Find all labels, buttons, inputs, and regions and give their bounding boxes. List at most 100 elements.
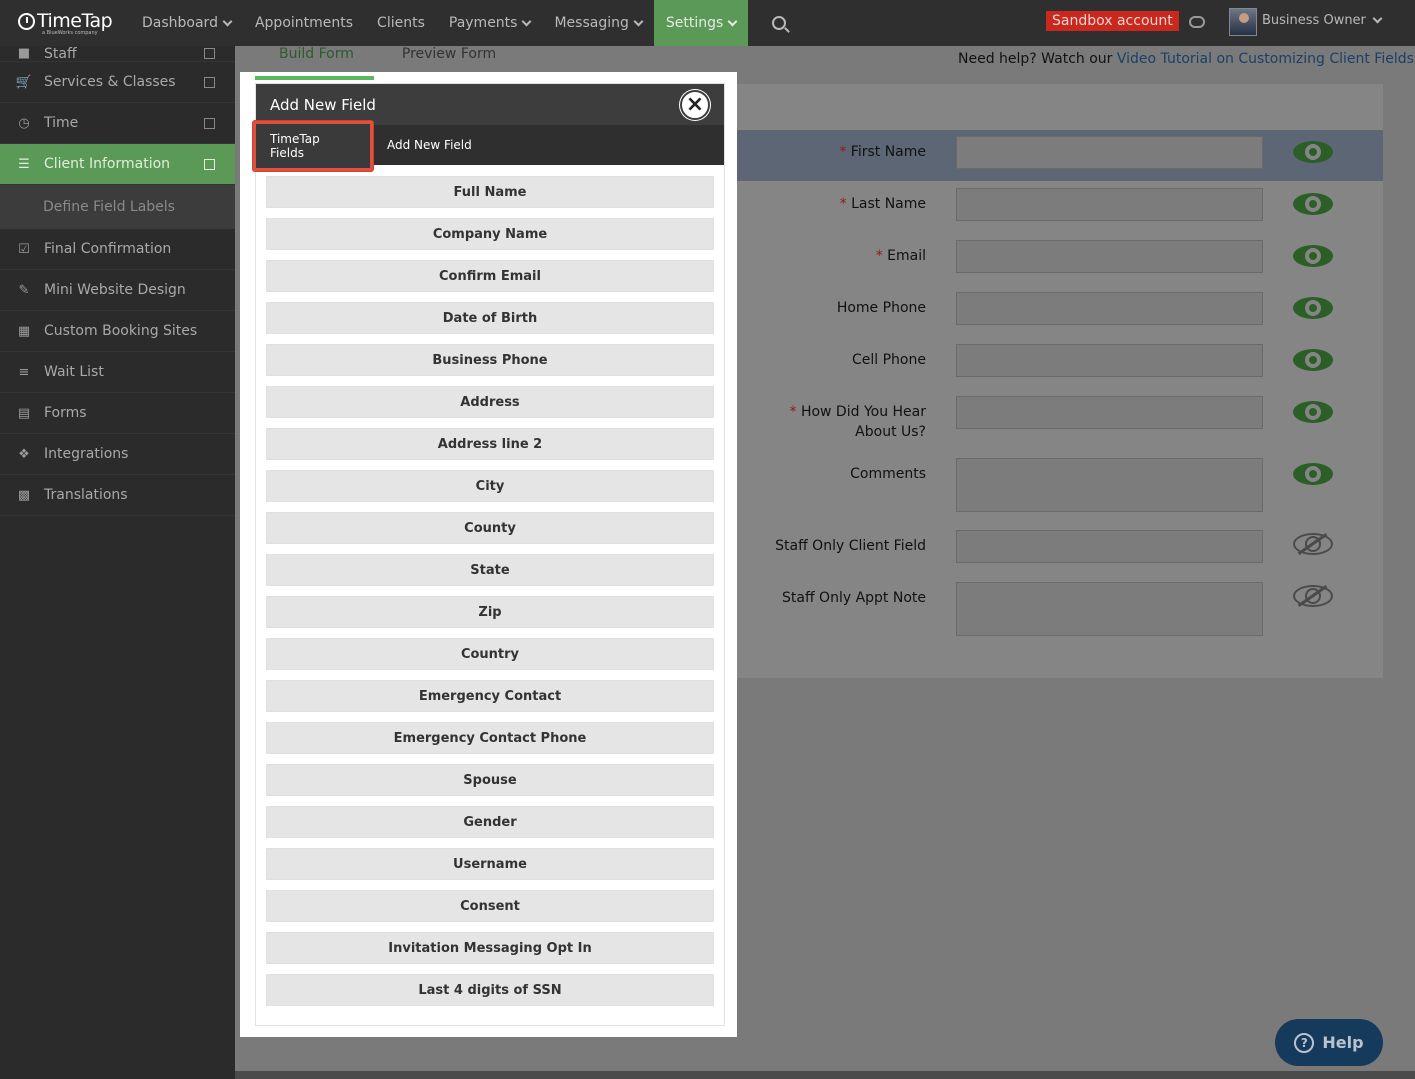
add-field-option-button[interactable]: Consent (266, 890, 714, 922)
settings-sidebar: ■ Staff 🛒 Services & Classes ◷ Time ☰ Client… (0, 46, 244, 1079)
cell-phone-input[interactable] (956, 344, 1263, 377)
top-navbar: TimeTap a BlueWorks company Dashboard Ap… (0, 0, 1415, 46)
add-field-option-button[interactable]: Emergency Contact (266, 680, 714, 712)
help-text: Need help? Watch our Video Tutorial on C… (958, 51, 1414, 67)
add-field-option-button[interactable]: Full Name (266, 176, 714, 208)
sidebar-item-time[interactable]: ◷ Time (0, 103, 235, 144)
sidebar-item-client-information[interactable]: ☰ Client Information (0, 144, 244, 185)
nav-clients[interactable]: Clients (365, 0, 437, 46)
sitemap-icon: ▦ (17, 323, 31, 339)
add-field-option-button[interactable]: Zip (266, 596, 714, 628)
help-button[interactable]: ? Help (1275, 1019, 1383, 1066)
chevron-down-icon (522, 16, 532, 26)
close-icon[interactable]: × (680, 90, 710, 120)
checkbox-icon: ☑ (18, 241, 30, 257)
nav-dashboard[interactable]: Dashboard (130, 0, 243, 46)
chevron-down-icon (1372, 13, 1383, 24)
add-field-option-button[interactable]: Date of Birth (266, 302, 714, 334)
add-field-option-button[interactable]: Gender (266, 806, 714, 838)
add-field-option-button[interactable]: State (266, 554, 714, 586)
sidebar-item-integrations[interactable]: ❖ Integrations (0, 434, 235, 475)
add-field-option-button[interactable]: Spouse (266, 764, 714, 796)
eye-visible-icon[interactable] (1293, 245, 1333, 267)
field-label: Staff Only Appt Note (782, 590, 926, 606)
add-field-option-button[interactable]: County (266, 512, 714, 544)
add-field-option-button[interactable]: Country (266, 638, 714, 670)
required-star: * (839, 196, 852, 212)
add-field-modal: Add New Field × TimeTap Fields Add New F… (253, 83, 725, 1026)
question-icon: ? (1294, 1032, 1315, 1053)
nav-messaging[interactable]: Messaging (542, 0, 653, 46)
avatar[interactable] (1229, 8, 1257, 36)
add-field-option-button[interactable]: Confirm Email (266, 260, 714, 292)
sidebar-item-services-classes[interactable]: 🛒 Services & Classes (0, 62, 235, 103)
last-name-input[interactable] (956, 188, 1263, 221)
modal-tabs: TimeTap Fields Add New Field (253, 121, 724, 171)
eye-hidden-icon[interactable] (1293, 585, 1333, 607)
expand-box-icon (204, 117, 215, 129)
user-menu[interactable]: Business Owner (1262, 13, 1383, 28)
timetap-field-list: Full Name Company Name Confirm Email Date o… (256, 165, 724, 1006)
video-tutorial-link[interactable]: Video Tutorial on Customizing Client Fie… (1117, 51, 1414, 67)
dialog-accent-line (255, 76, 374, 80)
nav-search[interactable] (748, 0, 798, 46)
sidebar-subitem-define-field-labels[interactable]: Define Field Labels (0, 185, 235, 229)
eye-visible-icon[interactable] (1293, 401, 1333, 423)
chevron-down-icon (727, 16, 738, 26)
sidebar-item-wait-list[interactable]: ≡ Wait List (0, 352, 235, 393)
add-field-option-button[interactable]: City (266, 470, 714, 502)
add-field-option-button[interactable]: Company Name (266, 218, 714, 250)
sidebar-item-custom-booking-sites[interactable]: ▦ Custom Booking Sites (0, 311, 235, 352)
modal-title: Add New Field (270, 95, 376, 114)
translate-icon: ▩ (17, 487, 31, 503)
eye-visible-icon[interactable] (1293, 297, 1333, 319)
add-field-option-button[interactable]: Username (266, 848, 714, 880)
email-input[interactable] (956, 240, 1263, 273)
sidebar-item-translations[interactable]: ▩ Translations (0, 475, 235, 516)
main-nav: Dashboard Appointments Clients Payments … (130, 0, 798, 46)
staff-only-appt-note-textarea[interactable] (956, 582, 1263, 636)
sidebar-item-forms[interactable]: ▤ Forms (0, 393, 235, 434)
field-label: * How Did You Hear About Us? (789, 404, 926, 440)
search-icon (772, 16, 787, 30)
nav-settings[interactable]: Settings (653, 0, 749, 46)
tab-add-new-field[interactable]: Add New Field (373, 125, 486, 165)
add-field-option-button[interactable]: Business Phone (266, 344, 714, 376)
field-label: Cell Phone (852, 352, 926, 368)
chat-icon[interactable] (1189, 16, 1205, 28)
add-field-option-button[interactable]: Address line 2 (266, 428, 714, 460)
eye-hidden-icon[interactable] (1293, 533, 1333, 555)
sidebar-item-final-confirmation[interactable]: ☑ Final Confirmation (0, 229, 235, 270)
add-field-option-button[interactable]: Address (266, 386, 714, 418)
add-field-option-button[interactable]: Emergency Contact Phone (266, 722, 714, 754)
sandbox-badge[interactable]: Sandbox account (1046, 11, 1179, 31)
comments-textarea[interactable] (956, 458, 1263, 512)
field-label: Home Phone (836, 300, 926, 316)
eye-visible-icon[interactable] (1293, 193, 1333, 215)
sidebar-item-mini-website-design[interactable]: ✎ Mini Website Design (0, 270, 235, 311)
nav-appointments[interactable]: Appointments (243, 0, 365, 46)
expand-box-icon (204, 48, 215, 59)
clock-icon: ◷ (18, 115, 30, 131)
required-star: * (875, 248, 888, 264)
tab-timetap-fields[interactable]: TimeTap Fields (253, 121, 373, 171)
nav-payments[interactable]: Payments (437, 0, 543, 46)
timetap-logo[interactable]: TimeTap a BlueWorks company (0, 10, 130, 36)
puzzle-icon: ❖ (18, 446, 30, 462)
edit-icon: ✎ (18, 282, 30, 298)
first-name-input[interactable] (956, 136, 1263, 169)
add-field-option-button[interactable]: Last 4 digits of SSN (266, 974, 714, 1006)
field-label: Staff Only Client Field (775, 538, 926, 554)
expand-box-icon (204, 158, 215, 170)
add-field-option-button[interactable]: Invitation Messaging Opt In (266, 932, 714, 964)
home-phone-input[interactable] (956, 292, 1263, 325)
field-label: * Last Name (839, 196, 926, 212)
eye-visible-icon[interactable] (1293, 349, 1333, 371)
staff-icon: ■ (17, 46, 31, 61)
eye-visible-icon[interactable] (1293, 463, 1333, 485)
how-did-you-hear-input[interactable] (956, 396, 1263, 429)
staff-only-client-field-input[interactable] (956, 530, 1263, 563)
sidebar-item-staff[interactable]: ■ Staff (0, 46, 235, 62)
expand-box-icon (204, 76, 215, 88)
eye-visible-icon[interactable] (1293, 141, 1333, 163)
